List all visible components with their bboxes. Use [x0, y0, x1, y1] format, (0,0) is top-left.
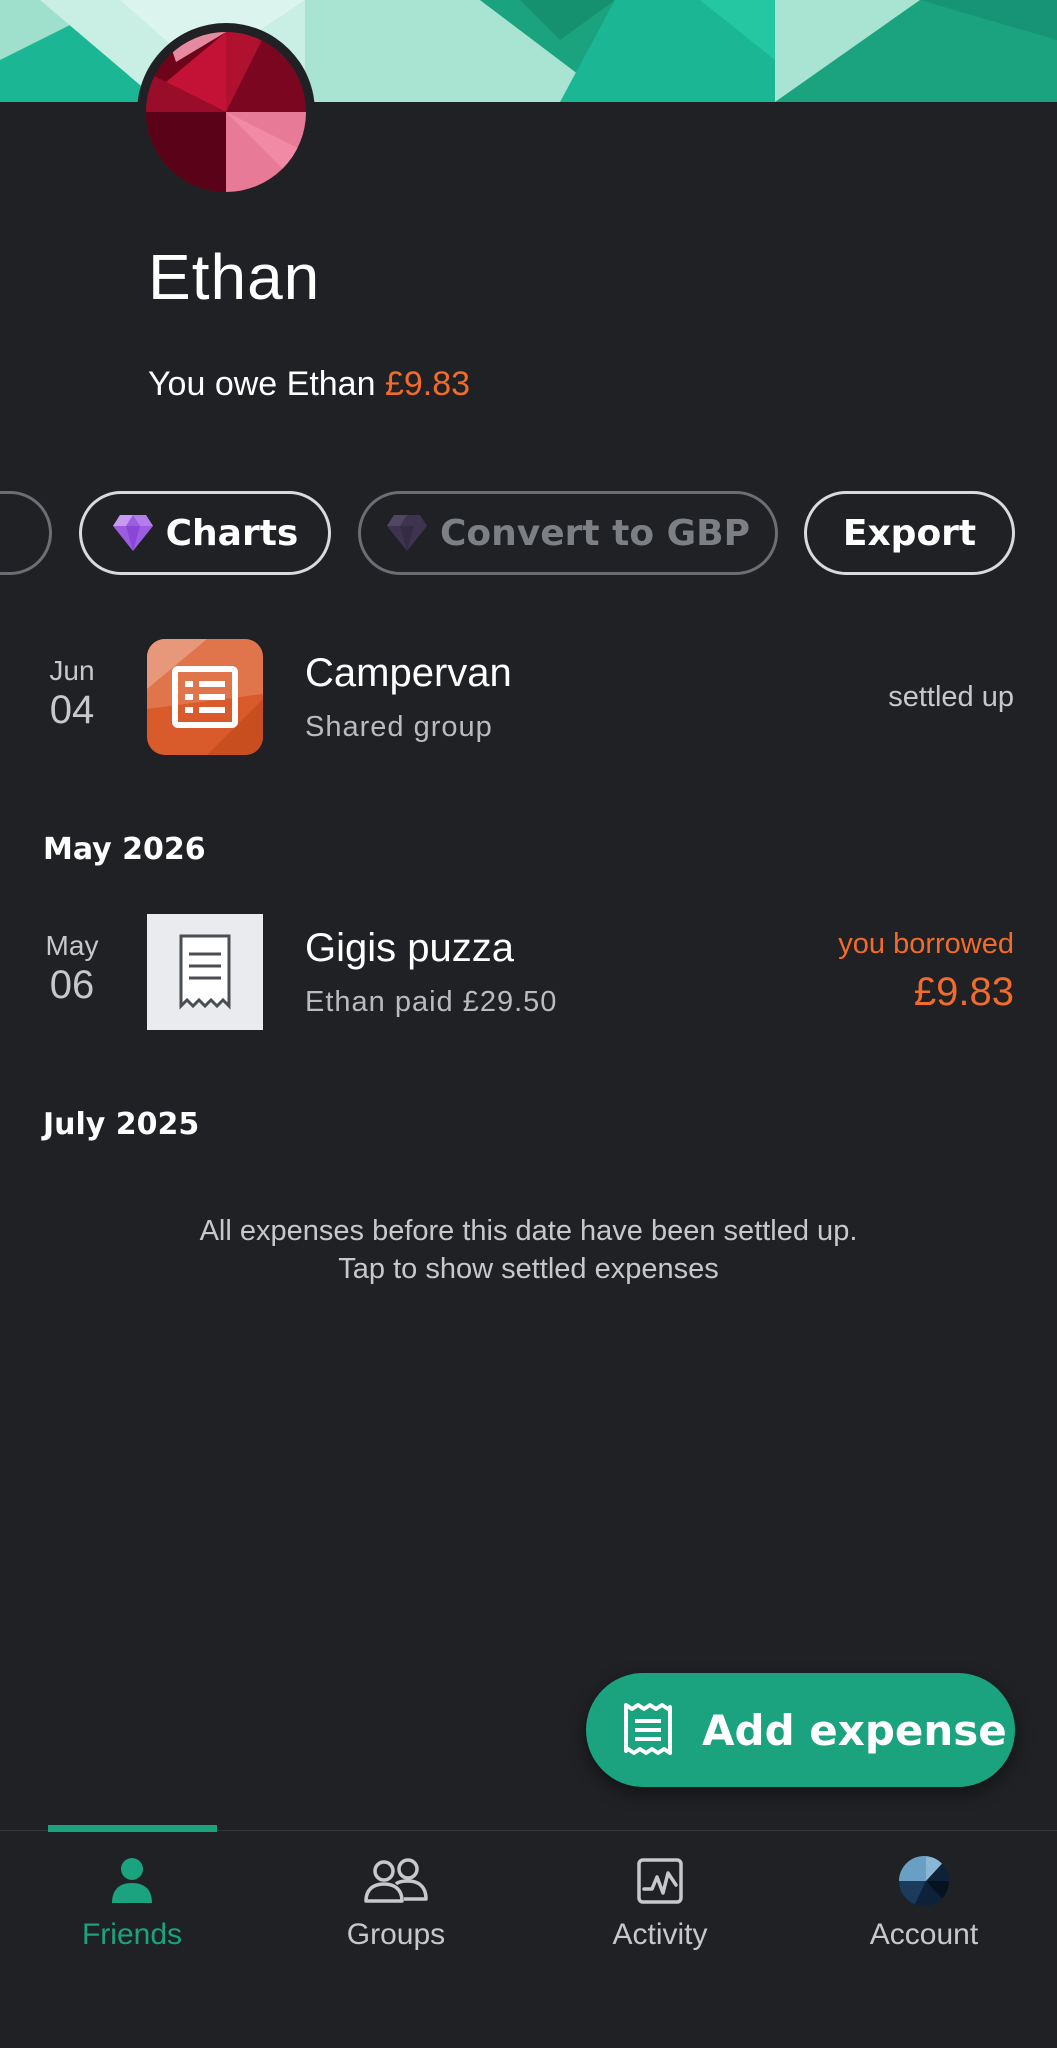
show-settled-expenses-link[interactable]: All expenses before this date have been … — [0, 1212, 1057, 1288]
section-header-july-2025: July 2025 — [43, 1107, 200, 1142]
convert-label: Convert to GBP — [439, 512, 750, 554]
balance-amount: £9.83 — [384, 365, 471, 403]
expense-subtitle: Ethan paid £29.50 — [305, 986, 558, 1018]
account-avatar-icon — [894, 1851, 954, 1911]
friend-name: Ethan — [148, 241, 321, 313]
tab-friends[interactable]: Friends — [0, 1831, 264, 1981]
borrowed-amount: £9.83 — [913, 970, 1014, 1014]
tab-account[interactable]: Account — [792, 1831, 1056, 1981]
date-day: 06 — [49, 963, 95, 1007]
diamond-icon — [112, 513, 154, 553]
add-expense-button[interactable]: Add expense — [586, 1673, 1015, 1787]
section-header-may-2026: May 2026 — [43, 832, 206, 867]
date-month: Jun — [49, 655, 95, 686]
expense-title: Gigis puzza — [305, 926, 514, 970]
tab-label: Account — [869, 1918, 979, 1951]
convert-currency-button[interactable]: Convert to GBP — [358, 491, 778, 575]
tab-label: Groups — [346, 1918, 446, 1951]
borrowed-status: you borrowed — [838, 928, 1014, 960]
activity-chart-icon — [630, 1851, 690, 1911]
settled-note-line2: Tap to show settled expenses — [338, 1253, 719, 1285]
receipt-icon — [622, 1702, 674, 1758]
settled-status: settled up — [888, 681, 1014, 713]
friend-avatar[interactable] — [137, 23, 315, 201]
tab-groups[interactable]: Groups — [264, 1831, 528, 1981]
expense-row[interactable]: May 06 Gigis puzza Ethan paid £29.50 you… — [0, 914, 1057, 1032]
diamond-icon — [386, 513, 428, 553]
export-label: Export — [842, 512, 977, 554]
add-expense-label: Add expense — [702, 1705, 1007, 1755]
expense-row[interactable]: Jun 04 Campervan Shared group settled up — [0, 639, 1057, 757]
bottom-navigation: Friends Groups Activity Account — [0, 1825, 1057, 2048]
tab-label: Friends — [81, 1918, 183, 1951]
balance-summary: You owe Ethan £9.83 — [148, 365, 470, 404]
tab-label: Activity — [612, 1918, 708, 1951]
settled-note-line1: All expenses before this date have been … — [199, 1215, 858, 1247]
friend-detail-screen: Ethan You owe Ethan £9.83 Charts Convert… — [0, 0, 1057, 2048]
charts-label: Charts — [165, 512, 299, 554]
group-list-icon — [147, 639, 263, 755]
partial-chip-button[interactable] — [0, 491, 52, 575]
expense-date: May 06 — [20, 930, 124, 1008]
person-icon — [102, 1851, 162, 1911]
tab-activity[interactable]: Activity — [528, 1831, 792, 1981]
date-month: May — [45, 930, 99, 961]
charts-button[interactable]: Charts — [79, 491, 331, 575]
balance-prefix: You owe Ethan — [148, 365, 385, 403]
receipt-icon — [147, 914, 263, 1030]
action-chips: Charts Convert to GBP Export — [0, 491, 1057, 575]
expense-title: Campervan — [305, 651, 512, 695]
people-icon — [360, 1851, 432, 1911]
expense-subtitle: Shared group — [305, 711, 493, 743]
date-day: 04 — [49, 688, 95, 732]
export-button[interactable]: Export — [804, 491, 1015, 575]
expense-date: Jun 04 — [20, 655, 124, 733]
